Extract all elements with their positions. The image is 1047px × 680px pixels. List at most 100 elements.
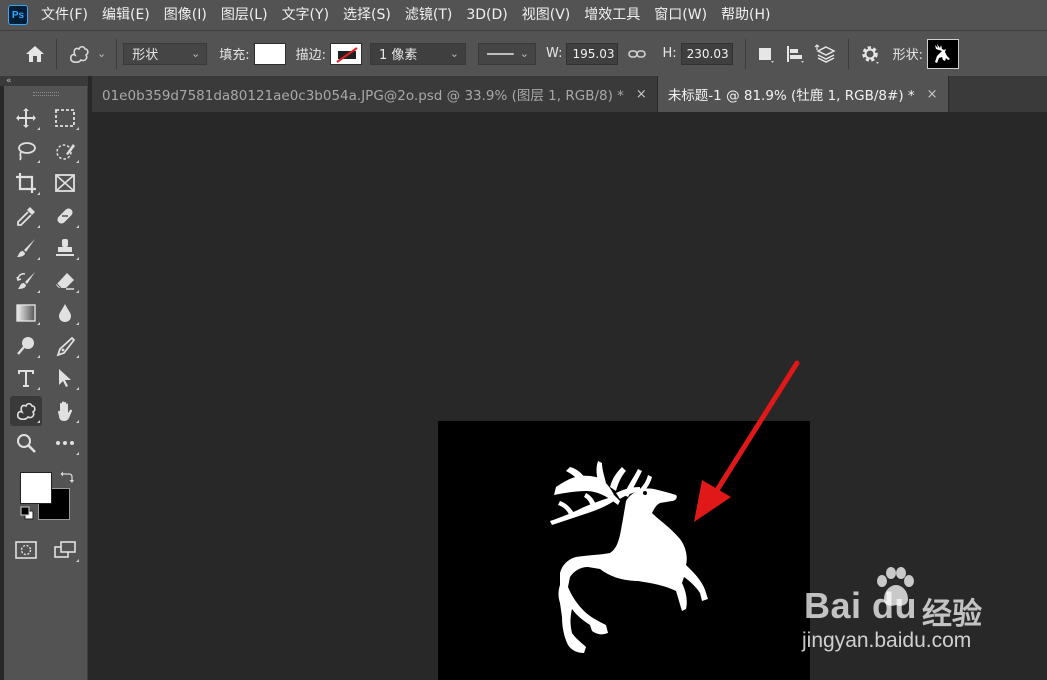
quick-selection-tool[interactable] — [49, 136, 81, 166]
edit-toolbar-button[interactable] — [49, 428, 81, 458]
chevron-down-icon: ⌄ — [519, 47, 529, 60]
toolbar-collapse-button[interactable]: « — [0, 76, 88, 86]
history-brush-tool[interactable] — [10, 266, 42, 296]
document-tab-bar: 01e0b359d7581da80121ae0c3b054a.JPG@2o.ps… — [92, 76, 1047, 112]
gradient-icon — [16, 304, 36, 322]
tool-group-indicator — [36, 322, 40, 326]
document-tab-label: 01e0b359d7581da80121ae0c3b054a.JPG@2o.ps… — [102, 88, 624, 104]
fill-color-swatch[interactable] — [253, 42, 286, 65]
home-icon — [26, 45, 44, 62]
brush-tool[interactable] — [10, 233, 42, 263]
path-operations-button[interactable] — [752, 39, 780, 69]
crop-icon — [15, 173, 36, 194]
gradient-tool[interactable] — [10, 298, 42, 328]
menu-image[interactable]: 图像(I) — [157, 0, 214, 30]
menu-3d[interactable]: 3D(D) — [459, 0, 514, 30]
arrange-layers-icon — [814, 43, 836, 63]
brush-icon — [16, 239, 35, 258]
pen-tool[interactable] — [49, 331, 81, 361]
menu-plugins[interactable]: 增效工具 — [577, 0, 647, 30]
healing-brush-tool[interactable] — [49, 201, 81, 231]
baidu-jingyan-watermark: Bai du 经验 jingyan.baidu.com — [800, 565, 1000, 660]
stroke-width-field[interactable]: 1 像素 ⌄ — [370, 42, 466, 65]
quick-selection-icon — [56, 143, 76, 160]
gear-icon — [861, 45, 879, 64]
menu-type[interactable]: 文字(Y) — [275, 0, 336, 30]
document-canvas[interactable] — [438, 421, 810, 680]
eyedropper-icon — [16, 206, 35, 226]
color-swatches — [4, 466, 87, 530]
type-icon — [17, 370, 34, 388]
menu-layer[interactable]: 图层(L) — [214, 0, 275, 30]
tool-mode-dropdown[interactable]: 形状 ⌄ — [123, 42, 208, 65]
stroke-type-dropdown[interactable]: ⌄ — [478, 42, 536, 65]
type-tool[interactable] — [10, 363, 42, 393]
toolbar-grip[interactable] — [32, 92, 59, 96]
lasso-icon — [17, 141, 36, 161]
move-icon — [15, 108, 36, 129]
menu-help[interactable]: 帮助(H) — [714, 0, 777, 30]
path-selection-tool[interactable] — [49, 363, 81, 393]
swap-colors-icon[interactable] — [60, 470, 74, 484]
stamp-icon — [56, 239, 75, 257]
menu-file[interactable]: 文件(F) — [34, 0, 95, 30]
rectangular-marquee-tool[interactable] — [49, 103, 81, 133]
menu-select[interactable]: 选择(S) — [336, 0, 398, 30]
menu-view[interactable]: 视图(V) — [515, 0, 578, 30]
custom-shape-tool[interactable] — [9, 395, 42, 426]
menu-filter[interactable]: 滤镜(T) — [398, 0, 459, 30]
path-arrangement-button[interactable] — [810, 39, 842, 69]
dodge-tool[interactable] — [10, 331, 42, 361]
fill-label: 填充: — [219, 48, 250, 63]
bandage-icon — [57, 208, 73, 224]
tool-group-indicator — [36, 257, 40, 261]
tool-group-indicator — [76, 257, 80, 261]
clone-stamp-tool[interactable] — [49, 233, 81, 263]
chevron-down-icon: ⌄ — [97, 47, 107, 60]
default-colors-icon[interactable] — [20, 506, 34, 520]
close-icon[interactable]: × — [636, 87, 647, 102]
frame-icon — [55, 174, 76, 193]
eyedropper-tool[interactable] — [10, 201, 42, 231]
blur-tool[interactable] — [49, 298, 81, 328]
screen-mode-button[interactable] — [49, 535, 81, 565]
menu-window[interactable]: 窗口(W) — [647, 0, 714, 30]
tool-preset-picker[interactable]: ⌄ — [63, 39, 110, 69]
quick-mask-button[interactable] — [10, 535, 42, 565]
options-bar: ⌄ 形状 ⌄ 填充: 描边: 1 像素 ⌄ ⌄ W: 195.03 H: 230… — [0, 30, 1047, 76]
options-separator — [116, 38, 118, 69]
geometry-options-button[interactable] — [855, 39, 885, 69]
home-button[interactable] — [20, 39, 50, 69]
tool-group-indicator — [36, 224, 40, 228]
width-input[interactable]: 195.03 — [566, 42, 619, 65]
frame-tool[interactable] — [49, 168, 81, 198]
shape-picker[interactable] — [927, 38, 960, 69]
tool-group-indicator — [76, 289, 80, 293]
pen-icon — [56, 336, 76, 357]
close-icon[interactable]: × — [927, 87, 938, 102]
tool-group-indicator — [36, 354, 40, 358]
eraser-tool[interactable] — [49, 266, 81, 296]
marquee-icon — [55, 109, 76, 128]
menu-edit[interactable]: 编辑(E) — [95, 0, 157, 30]
crop-tool[interactable] — [10, 168, 42, 198]
document-tab-psd[interactable]: 01e0b359d7581da80121ae0c3b054a.JPG@2o.ps… — [92, 76, 658, 112]
water-drop-icon — [59, 304, 72, 323]
hand-tool[interactable] — [49, 396, 81, 426]
stag-shape[interactable] — [438, 421, 810, 680]
lasso-tool[interactable] — [10, 136, 42, 166]
watermark-brand-cn: 经验 — [922, 597, 982, 632]
document-tab-untitled[interactable]: 未标题-1 @ 81.9% (牡鹿 1, RGB/8#) * × — [657, 76, 949, 112]
stroke-color-swatch[interactable] — [330, 42, 362, 65]
custom-shape-icon — [16, 402, 36, 420]
quick-mask-icon — [14, 540, 37, 559]
eraser-icon — [55, 272, 75, 290]
zoom-tool[interactable] — [10, 428, 42, 458]
path-alignment-button[interactable] — [780, 39, 810, 69]
align-left-icon — [786, 45, 804, 63]
link-dimensions-button[interactable] — [624, 39, 650, 69]
foreground-color-swatch[interactable] — [20, 471, 52, 504]
height-input[interactable]: 230.03 — [680, 42, 733, 65]
more-dots-icon — [56, 441, 75, 446]
move-tool[interactable] — [10, 103, 42, 133]
